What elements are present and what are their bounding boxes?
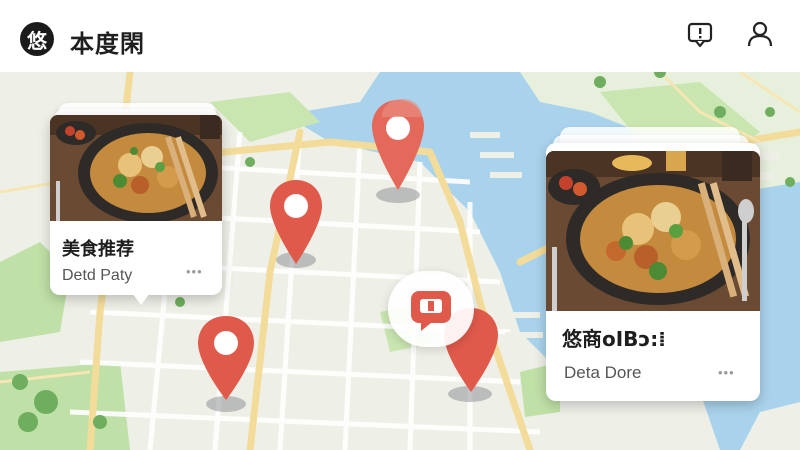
map-pin-center[interactable] xyxy=(266,176,326,268)
chat-marker-button[interactable] xyxy=(388,271,474,347)
app-logo[interactable]: 悠 xyxy=(20,22,54,56)
map-pin-top-faded xyxy=(382,99,422,117)
profile-button[interactable] xyxy=(744,18,776,50)
more-options-button[interactable]: ••• xyxy=(186,264,203,279)
card-title: 美食推荐 xyxy=(62,239,134,260)
card-subtitle: Detd Paty xyxy=(62,267,133,284)
more-options-button[interactable]: ••• xyxy=(718,365,735,380)
app-title: 本度閑 xyxy=(70,30,145,58)
food-photo xyxy=(546,151,760,311)
card-title: 悠商oIBɔ:⁞ xyxy=(562,327,666,351)
card-subtitle: Deta Dore xyxy=(564,363,642,382)
message-button[interactable] xyxy=(684,18,716,50)
food-photo xyxy=(50,115,222,221)
user-icon xyxy=(747,21,773,47)
map-pin-bottom-left[interactable] xyxy=(194,312,258,404)
app-header: 悠 本度閑 xyxy=(0,0,800,72)
card-pointer xyxy=(132,293,150,305)
restaurant-card-right[interactable]: 悠商oIBɔ:⁞ Deta Dore xyxy=(546,143,760,401)
message-icon xyxy=(687,22,713,48)
chat-icon xyxy=(411,291,451,331)
